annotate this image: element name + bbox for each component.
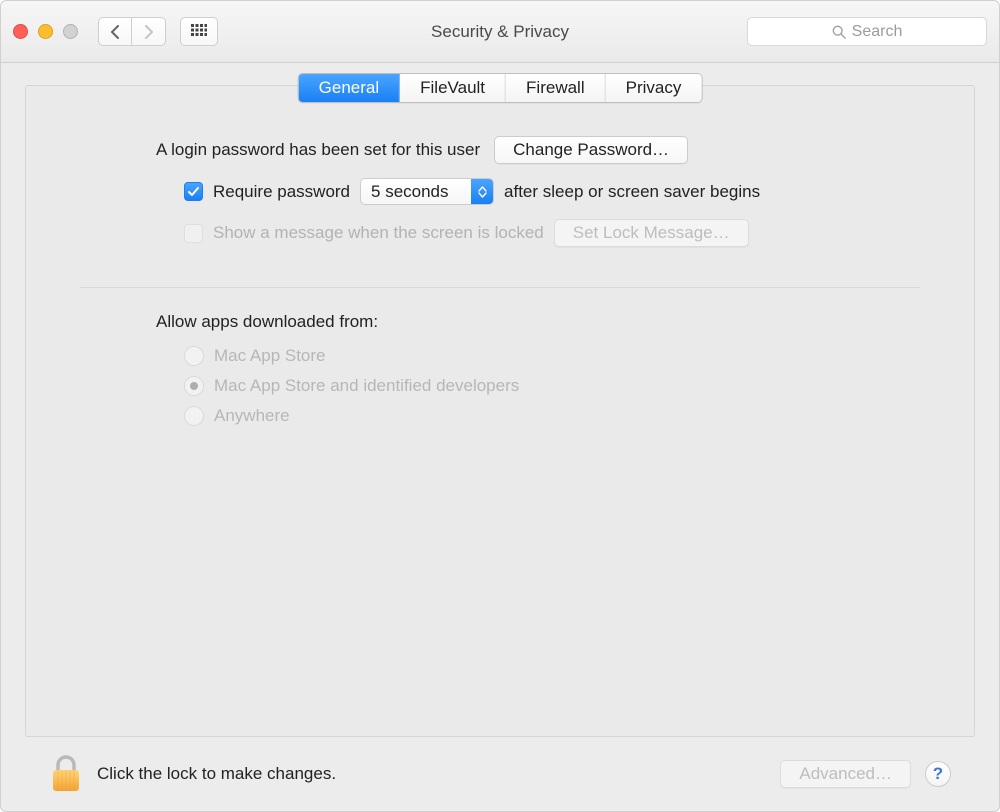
show-all-button[interactable]	[180, 17, 218, 46]
window-title: Security & Privacy	[431, 22, 569, 42]
login-password-row: A login password has been set for this u…	[156, 136, 874, 164]
allow-apps-option-anywhere: Anywhere	[156, 406, 874, 426]
tab-bar: General FileVault Firewall Privacy	[298, 73, 703, 103]
search-icon	[832, 25, 846, 39]
require-password-row: Require password 5 seconds after sleep o…	[156, 178, 874, 205]
stepper-arrows-icon	[471, 179, 493, 204]
show-lock-message-checkbox	[184, 224, 203, 243]
window-controls	[13, 24, 78, 39]
select-value: 5 seconds	[361, 179, 471, 204]
allow-apps-option-mac-app-store: Mac App Store	[156, 346, 874, 366]
search-placeholder: Search	[852, 23, 903, 41]
radio-label: Anywhere	[214, 406, 290, 426]
radio-button	[184, 346, 204, 366]
lock-hint-text: Click the lock to make changes.	[97, 764, 336, 784]
require-password-after-text: after sleep or screen saver begins	[504, 182, 760, 202]
tab-label: Privacy	[626, 78, 682, 97]
login-password-section: A login password has been set for this u…	[26, 136, 974, 247]
panel: General FileVault Firewall Privacy A log…	[25, 85, 975, 737]
tab-privacy[interactable]: Privacy	[606, 74, 702, 102]
require-password-checkbox[interactable]	[184, 182, 203, 201]
search-field[interactable]: Search	[747, 17, 987, 46]
change-password-button[interactable]: Change Password…	[494, 136, 688, 164]
chevron-right-icon	[143, 25, 154, 39]
lock-icon[interactable]	[49, 754, 83, 794]
footer: Click the lock to make changes. Advanced…	[25, 737, 975, 811]
show-lock-message-row: Show a message when the screen is locked…	[156, 219, 874, 247]
preferences-window: Security & Privacy Search General FileVa…	[0, 0, 1000, 812]
tab-label: FileVault	[420, 78, 485, 97]
radio-button	[184, 376, 204, 396]
advanced-button: Advanced…	[780, 760, 911, 788]
require-password-delay-select[interactable]: 5 seconds	[360, 178, 494, 205]
tab-firewall[interactable]: Firewall	[506, 74, 606, 102]
login-password-text: A login password has been set for this u…	[156, 140, 480, 160]
check-icon	[187, 185, 200, 198]
zoom-window-button	[63, 24, 78, 39]
divider	[80, 287, 920, 288]
tab-filevault[interactable]: FileVault	[400, 74, 506, 102]
allow-apps-option-identified-developers: Mac App Store and identified developers	[156, 376, 874, 396]
tab-label: Firewall	[526, 78, 585, 97]
set-lock-message-button: Set Lock Message…	[554, 219, 749, 247]
radio-button	[184, 406, 204, 426]
help-button[interactable]: ?	[925, 761, 951, 787]
allow-apps-heading: Allow apps downloaded from:	[156, 312, 874, 332]
gatekeeper-section: Allow apps downloaded from: Mac App Stor…	[26, 312, 974, 426]
radio-label: Mac App Store and identified developers	[214, 376, 519, 396]
chevron-left-icon	[110, 25, 121, 39]
tab-general[interactable]: General	[299, 74, 400, 102]
forward-button	[132, 17, 166, 46]
back-button[interactable]	[98, 17, 132, 46]
footer-right: Advanced… ?	[780, 760, 951, 788]
content-area: General FileVault Firewall Privacy A log…	[1, 63, 999, 811]
require-password-label: Require password	[213, 182, 350, 202]
grid-icon	[191, 24, 207, 40]
close-window-button[interactable]	[13, 24, 28, 39]
radio-label: Mac App Store	[214, 346, 326, 366]
show-lock-message-label: Show a message when the screen is locked	[213, 223, 544, 243]
minimize-window-button[interactable]	[38, 24, 53, 39]
nav-buttons	[98, 17, 166, 46]
help-icon: ?	[933, 764, 943, 784]
toolbar: Security & Privacy Search	[1, 1, 999, 63]
tab-label: General	[319, 78, 379, 97]
